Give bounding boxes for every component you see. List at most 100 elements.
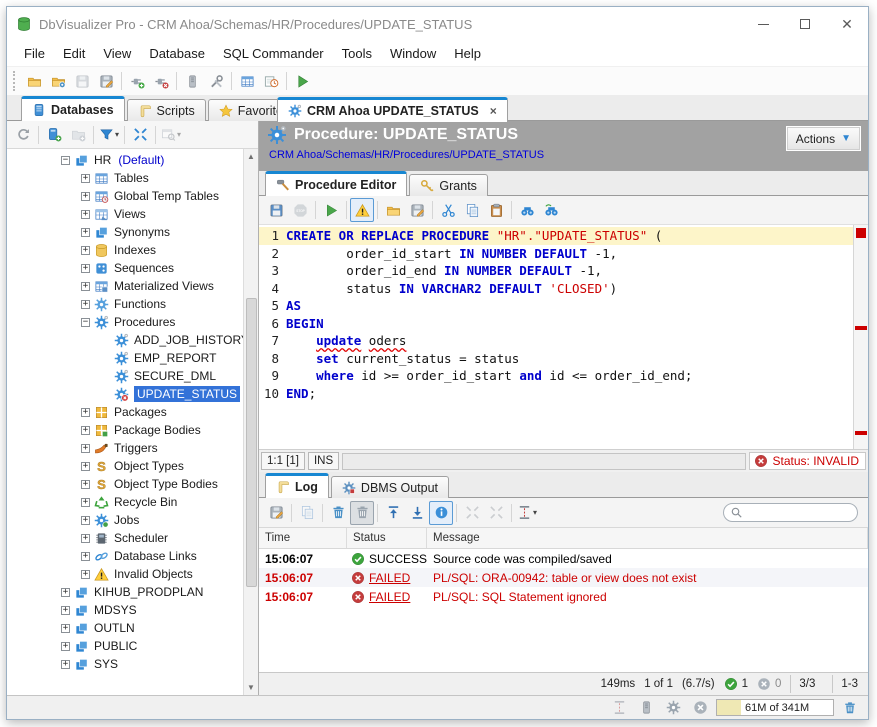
tab-scripts[interactable]: Scripts (127, 99, 206, 121)
expand-node-icon[interactable]: + (81, 264, 90, 273)
tree-item-materialized-views[interactable]: +Materialized Views (7, 277, 243, 295)
save-as-button[interactable] (94, 69, 118, 93)
open-recent-button[interactable] (46, 69, 70, 93)
expand-node-icon[interactable]: + (81, 210, 90, 219)
tree-item-mdsys[interactable]: +MDSYS (7, 601, 243, 619)
code-line-5[interactable]: 5AS (259, 297, 853, 315)
show-errors-button[interactable] (350, 198, 374, 222)
execute-button[interactable] (290, 69, 314, 93)
tree-item-kihub-prodplan[interactable]: +KIHUB_PRODPLAN (7, 583, 243, 601)
log-row[interactable]: 15:06:07FAILEDPL/SQL: ORA-00942: table o… (259, 568, 868, 587)
menu-item-database[interactable]: Database (140, 43, 214, 64)
code-line-1[interactable]: 1CREATE OR REPLACE PROCEDURE "HR"."UPDAT… (259, 227, 853, 245)
log-search-box[interactable] (723, 503, 858, 522)
expand-node-icon[interactable]: + (81, 516, 90, 525)
scroll-to-bottom-button[interactable] (405, 501, 429, 525)
collapse-all-button[interactable] (128, 123, 152, 147)
log-column-header-message[interactable]: Message (427, 528, 868, 548)
error-overview-ruler[interactable] (853, 225, 868, 449)
tasks-indicator-button[interactable] (661, 696, 685, 720)
expand-node-icon[interactable]: + (81, 408, 90, 417)
expand-rows-button[interactable] (460, 501, 484, 525)
menu-item-edit[interactable]: Edit (54, 43, 94, 64)
search-input[interactable] (747, 507, 847, 519)
chevron-down-icon[interactable]: ▾ (115, 130, 119, 139)
tree-item-object-type-bodies[interactable]: +SObject Type Bodies (7, 475, 243, 493)
tree-item-object-types[interactable]: +SObject Types (7, 457, 243, 475)
filter-button[interactable]: ▾ (97, 123, 121, 147)
tree-item-package-bodies[interactable]: +Package Bodies (7, 421, 243, 439)
expand-node-icon[interactable]: + (81, 192, 90, 201)
grid-view-button[interactable] (235, 69, 259, 93)
tree-scrollbar[interactable]: ▲ ▼ (243, 149, 258, 695)
tree-item-add-job-history[interactable]: ADD_JOB_HISTORY (7, 331, 243, 349)
expand-node-icon[interactable]: + (81, 228, 90, 237)
actions-button[interactable]: Actions ▼ (787, 127, 860, 150)
save-button[interactable] (70, 69, 94, 93)
toolbar-grip[interactable] (13, 71, 18, 91)
code-line-8[interactable]: 8 set current_status = status (259, 350, 853, 368)
auto-clear-button[interactable] (350, 501, 374, 525)
expand-node-icon[interactable]: + (61, 588, 70, 597)
cut-button[interactable] (436, 198, 460, 222)
expand-node-icon[interactable]: + (81, 444, 90, 453)
code-line-9[interactable]: 9 where id >= order_id_start and id <= o… (259, 367, 853, 385)
save-to-file-button[interactable] (405, 198, 429, 222)
tab-log[interactable]: Log (265, 473, 329, 498)
layout-indicator-button[interactable] (607, 696, 631, 720)
scroll-down-icon[interactable]: ▼ (244, 680, 259, 695)
tab-crm-ahoa-update-status[interactable]: CRM Ahoa UPDATE_STATUS× (277, 97, 508, 122)
tree-item-database-links[interactable]: +Database Links (7, 547, 243, 565)
menu-item-window[interactable]: Window (381, 43, 445, 64)
expand-node-icon[interactable]: + (81, 246, 90, 255)
code-line-2[interactable]: 2 order_id_start IN NUMBER DEFAULT -1, (259, 245, 853, 263)
stop-button[interactable]: STOP (288, 198, 312, 222)
tab-dbms-output[interactable]: DBMS Output (331, 476, 449, 498)
expand-node-icon[interactable]: + (81, 570, 90, 579)
menu-item-file[interactable]: File (15, 43, 54, 64)
clear-log-button[interactable] (326, 501, 350, 525)
tab-databases[interactable]: Databases (21, 96, 125, 121)
tab-grants[interactable]: Grants (409, 174, 488, 196)
disconnect-button[interactable] (149, 69, 173, 93)
log-row[interactable]: 15:06:07FAILEDPL/SQL: SQL Statement igno… (259, 587, 868, 606)
collapse-rows-button[interactable] (484, 501, 508, 525)
expand-node-icon[interactable]: + (61, 642, 70, 651)
scroll-to-top-button[interactable] (381, 501, 405, 525)
error-marker-icon[interactable] (856, 228, 866, 238)
tree-item-tables[interactable]: +Tables (7, 169, 243, 187)
tree-item-triggers[interactable]: +Triggers (7, 439, 243, 457)
tree-item-recycle-bin[interactable]: +Recycle Bin (7, 493, 243, 511)
tab-procedure-editor[interactable]: Procedure Editor (265, 171, 407, 196)
code-line-10[interactable]: 10END; (259, 385, 853, 403)
row-height-button[interactable]: ▾ (515, 501, 539, 525)
tree-item-outln[interactable]: +OUTLN (7, 619, 243, 637)
close-button[interactable]: ✕ (826, 7, 868, 41)
expand-node-icon[interactable]: + (81, 480, 90, 489)
minimize-button[interactable] (742, 7, 784, 41)
execute-procedure-button[interactable] (319, 198, 343, 222)
find-button[interactable] (515, 198, 539, 222)
tree-item-packages[interactable]: +Packages (7, 403, 243, 421)
add-folder-button[interactable] (66, 123, 90, 147)
log-column-header-status[interactable]: Status (347, 528, 427, 548)
scroll-up-icon[interactable]: ▲ (244, 149, 259, 164)
paste-button[interactable] (484, 198, 508, 222)
refresh-button[interactable] (11, 123, 35, 147)
locate-object-button[interactable]: ▾ (159, 123, 183, 147)
show-details-button[interactable] (429, 501, 453, 525)
expand-node-icon[interactable]: + (61, 660, 70, 669)
tree-item-synonyms[interactable]: +Synonyms (7, 223, 243, 241)
expand-node-icon[interactable]: + (81, 426, 90, 435)
expand-node-icon[interactable]: + (81, 300, 90, 309)
expand-node-icon[interactable]: + (81, 282, 90, 291)
compile-save-button[interactable] (264, 198, 288, 222)
tree-item-jobs[interactable]: +Jobs (7, 511, 243, 529)
tree-item-public[interactable]: +PUBLIC (7, 637, 243, 655)
chevron-down-icon[interactable]: ▾ (177, 130, 181, 139)
connections-indicator-button[interactable] (634, 696, 658, 720)
tree-item-functions[interactable]: +Functions (7, 295, 243, 313)
find-replace-button[interactable] (539, 198, 563, 222)
connect-button[interactable] (125, 69, 149, 93)
collapse-node-icon[interactable]: − (81, 318, 90, 327)
